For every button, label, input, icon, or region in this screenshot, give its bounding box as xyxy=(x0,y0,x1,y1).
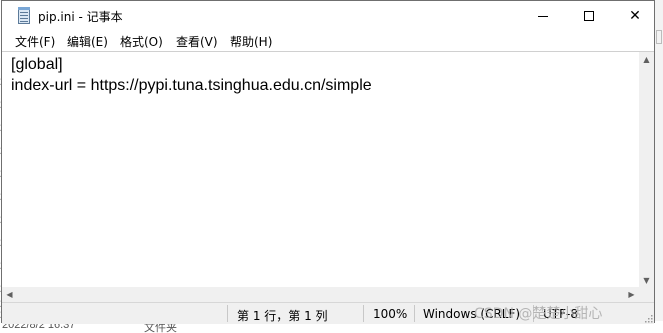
scroll-right-arrow-icon[interactable]: ▶ xyxy=(624,287,639,302)
horizontal-scrollbar[interactable]: ◀ ▶ xyxy=(2,287,654,302)
menu-help[interactable]: 帮助(H) xyxy=(230,33,272,50)
close-icon: ✕ xyxy=(629,8,641,24)
maximize-button[interactable] xyxy=(566,1,612,31)
zoom-level: 100% xyxy=(373,307,408,321)
scroll-down-arrow-icon[interactable]: ▼ xyxy=(639,273,654,288)
minimize-icon xyxy=(538,15,548,17)
csdn-watermark: CSDN @楚楚小甜心 xyxy=(474,306,603,322)
editor-line: index-url = https://pypi.tuna.tsinghua.e… xyxy=(11,77,372,94)
scrollbar-corner xyxy=(639,287,654,302)
notepad-window: pip.ini - 记事本 ✕ 文件(F) 编辑(E) 格式(O) 查看(V) … xyxy=(1,0,655,324)
status-separator xyxy=(414,305,415,322)
menu-format[interactable]: 格式(O) xyxy=(120,33,163,50)
minimize-button[interactable] xyxy=(520,1,566,31)
background-scrollbar[interactable] xyxy=(655,0,663,333)
title-bar[interactable]: pip.ini - 记事本 ✕ xyxy=(2,1,654,31)
vertical-scrollbar[interactable]: ▲ ▼ xyxy=(639,52,654,288)
status-separator xyxy=(363,305,364,322)
scroll-left-arrow-icon[interactable]: ◀ xyxy=(2,287,17,302)
scroll-up-arrow-icon[interactable]: ▲ xyxy=(639,52,654,67)
notepad-icon xyxy=(18,7,30,24)
menu-file[interactable]: 文件(F) xyxy=(15,33,55,50)
close-button[interactable]: ✕ xyxy=(612,1,658,31)
text-editor[interactable]: [global] index-url = https://pypi.tuna.ts… xyxy=(2,51,654,288)
menu-view[interactable]: 查看(V) xyxy=(176,33,218,50)
cursor-position: 第 1 行，第 1 列 xyxy=(237,309,328,323)
status-separator xyxy=(227,305,228,322)
window-title: pip.ini - 记事本 xyxy=(38,10,123,24)
editor-content[interactable]: [global] index-url = https://pypi.tuna.ts… xyxy=(11,54,639,288)
menu-bar: 文件(F) 编辑(E) 格式(O) 查看(V) 帮助(H) xyxy=(2,31,654,51)
menu-edit[interactable]: 编辑(E) xyxy=(67,33,108,50)
resize-grip-icon[interactable] xyxy=(643,313,653,323)
editor-line: [global] xyxy=(11,56,63,73)
maximize-icon xyxy=(584,11,594,21)
